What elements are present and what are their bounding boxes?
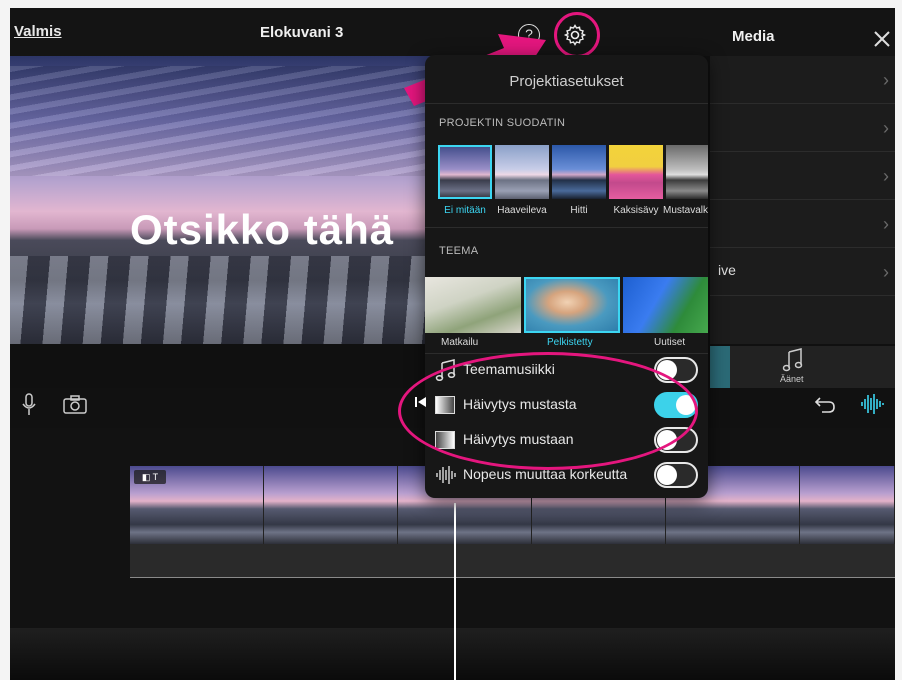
theme-label: Pelkistetty (547, 337, 593, 348)
tab-sounds[interactable] (730, 346, 895, 394)
gear-icon[interactable] (563, 23, 587, 47)
divider (425, 227, 708, 228)
filter-label: Kaksisävy (613, 205, 659, 216)
media-row[interactable]: › (710, 104, 895, 152)
media-panel-title: Media (732, 28, 775, 45)
theme-label: Uutiset (654, 337, 686, 348)
tab-active-indicator (710, 346, 730, 394)
media-row[interactable]: › (710, 200, 895, 248)
filter-duotone[interactable] (609, 145, 663, 199)
music-note-icon (782, 348, 803, 372)
waveform-icon (436, 466, 456, 484)
filter-label: Mustavalk (663, 205, 708, 216)
chevron-right-icon: › (883, 118, 889, 138)
theme-section-label: TEEMA (439, 245, 479, 257)
speed-pitch-toggle[interactable] (654, 462, 698, 488)
tab-sounds-label: Äänet (780, 374, 804, 384)
filter-label: Ei mitään (444, 205, 486, 216)
media-list: › › › › ive › (710, 56, 895, 344)
close-icon[interactable] (873, 30, 891, 48)
title-overlay[interactable]: Otsikko tähä (130, 206, 394, 254)
chevron-right-icon: › (883, 214, 889, 234)
divider (425, 103, 708, 104)
toggle-knob (657, 465, 677, 485)
project-title: Elokuvani 3 (260, 24, 344, 41)
clip-frame (264, 466, 398, 544)
bottom-shade (10, 628, 895, 680)
popover-title: Projektiasetukset (509, 73, 624, 90)
undo-icon[interactable] (814, 394, 836, 414)
filter-label: Haaveileva (497, 205, 547, 216)
chevron-right-icon: › (883, 166, 889, 186)
filter-label: Hitti (570, 205, 588, 216)
media-row[interactable]: › (710, 152, 895, 200)
media-row-label: ive (718, 262, 736, 278)
theme-travel[interactable] (425, 277, 521, 333)
media-row[interactable]: ive › (710, 248, 895, 296)
audio-track[interactable] (130, 544, 895, 578)
microphone-icon[interactable] (22, 393, 36, 417)
done-button[interactable]: Valmis (14, 23, 62, 40)
theme-news[interactable] (623, 277, 708, 333)
playhead[interactable] (454, 503, 456, 680)
filter-section-label: PROJEKTIN SUODATIN (439, 117, 566, 129)
annotation-ellipse (398, 352, 698, 470)
video-preview[interactable]: Otsikko tähä (10, 56, 435, 344)
filter-bw[interactable] (666, 145, 708, 199)
theme-label: Matkailu (441, 337, 479, 348)
chevron-right-icon: › (883, 262, 889, 282)
title-clip-badge: ◧ T (134, 470, 166, 484)
audio-waveform-icon[interactable] (860, 393, 884, 415)
clip-frame (800, 466, 895, 544)
filter-blockbuster[interactable] (552, 145, 606, 199)
theme-simple[interactable] (524, 277, 620, 333)
chevron-right-icon: › (883, 70, 889, 90)
filter-none[interactable] (438, 145, 492, 199)
filter-dreamy[interactable] (495, 145, 549, 199)
camera-icon[interactable] (63, 394, 87, 414)
media-row[interactable]: › (710, 56, 895, 104)
preview-clouds (10, 66, 435, 176)
preview-landscape (10, 256, 435, 344)
